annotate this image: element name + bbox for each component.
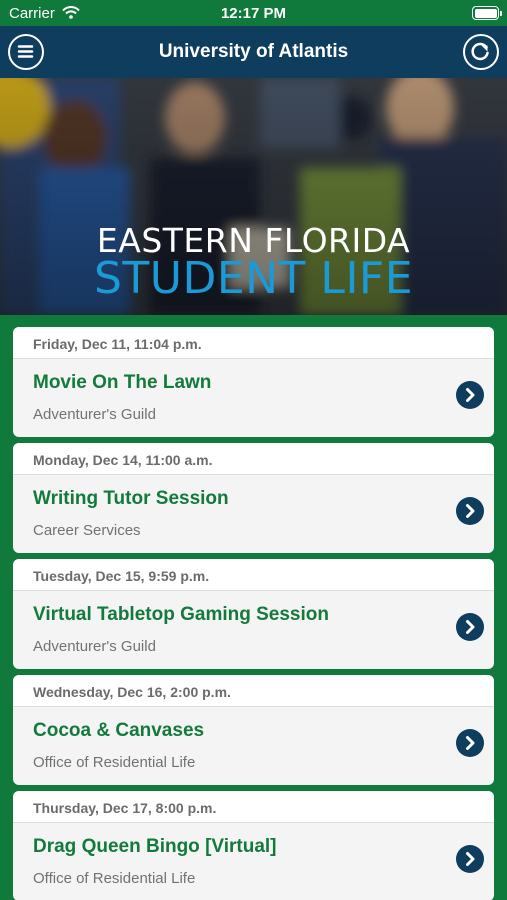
event-date: Monday, Dec 14, 11:00 a.m. [13, 443, 494, 475]
chevron-right-icon[interactable] [456, 381, 484, 409]
chevron-right-icon[interactable] [456, 497, 484, 525]
event-organizer: Office of Residential Life [33, 754, 196, 771]
event-title: Virtual Tabletop Gaming Session [33, 604, 329, 625]
event-date: Wednesday, Dec 16, 2:00 p.m. [13, 675, 494, 707]
event-date: Friday, Dec 11, 11:04 p.m. [13, 327, 494, 359]
clock: 12:17 PM [220, 5, 287, 22]
event-organizer: Adventurer's Guild [33, 406, 156, 423]
event-card[interactable]: Wednesday, Dec 16, 2:00 p.m. Cocoa & Can… [13, 675, 494, 785]
event-card[interactable]: Friday, Dec 11, 11:04 p.m. Movie On The … [13, 327, 494, 437]
event-list: Friday, Dec 11, 11:04 p.m. Movie On The … [13, 327, 494, 900]
event-title: Drag Queen Bingo [Virtual] [33, 836, 277, 857]
nav-bar: University of Atlantis [0, 26, 507, 78]
refresh-icon [471, 42, 489, 61]
event-card[interactable]: Thursday, Dec 17, 8:00 p.m. Drag Queen B… [13, 791, 494, 900]
event-date: Tuesday, Dec 15, 9:59 p.m. [13, 559, 494, 591]
battery-icon [472, 6, 502, 20]
page-title: University of Atlantis [158, 41, 349, 62]
event-date: Thursday, Dec 17, 8:00 p.m. [13, 791, 494, 823]
event-title: Movie On The Lawn [33, 372, 212, 393]
event-organizer: Career Services [33, 522, 141, 539]
event-organizer: Adventurer's Guild [33, 638, 156, 655]
chevron-right-icon[interactable] [456, 613, 484, 641]
hero-banner: EASTERN FLORIDA STUDENT LIFE [0, 78, 507, 315]
event-card[interactable]: Tuesday, Dec 15, 9:59 p.m. Virtual Table… [13, 559, 494, 669]
status-bar: Carrier 12:17 PM [0, 0, 507, 26]
chevron-right-icon[interactable] [456, 845, 484, 873]
refresh-button[interactable] [463, 34, 499, 70]
event-title: Cocoa & Canvases [33, 720, 205, 741]
event-organizer: Office of Residential Life [33, 870, 196, 887]
chevron-right-icon[interactable] [456, 729, 484, 757]
event-title: Writing Tutor Session [33, 488, 229, 509]
banner-title-line2: STUDENT LIFE [93, 253, 414, 304]
event-card[interactable]: Monday, Dec 14, 11:00 a.m. Writing Tutor… [13, 443, 494, 553]
